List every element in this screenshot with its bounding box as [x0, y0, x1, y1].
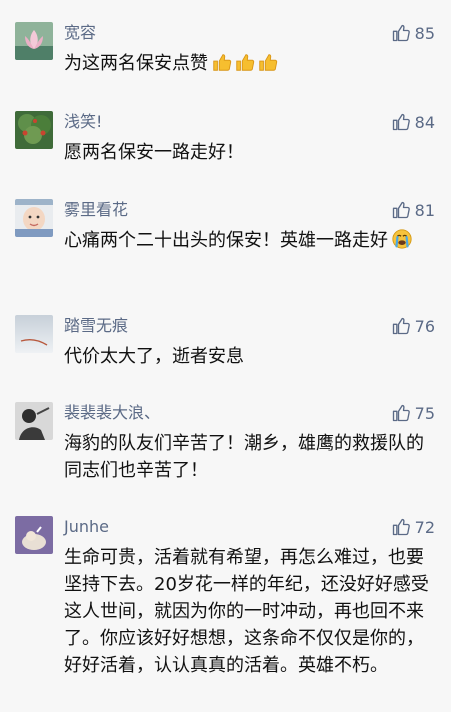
comment-text: 愿两名保安一路走好！: [64, 142, 244, 163]
comment-text: 海豹的队友们辛苦了！潮乡，雄鹰的救援队的同志们也辛苦了！: [64, 433, 424, 481]
thumbs-up-icon: [391, 316, 411, 336]
hands-avatar-icon[interactable]: [15, 516, 53, 554]
thumbs-up-icon: [391, 112, 411, 132]
comment-text: 生命可贵，活着就有希望，再怎么难过，也要坚持下去。20岁花一样的年纪，还没好好感…: [64, 547, 429, 676]
like-button[interactable]: 85: [391, 22, 435, 44]
username[interactable]: Junhe: [64, 516, 109, 538]
lotus-avatar-icon[interactable]: [15, 22, 53, 60]
sky-avatar-icon[interactable]: [15, 315, 53, 353]
like-button[interactable]: 76: [391, 315, 435, 337]
username[interactable]: 浅笑!: [64, 111, 102, 133]
tree-avatar-icon[interactable]: [15, 111, 53, 149]
thumbs-up-emoji-icon: [257, 51, 279, 73]
thumbs-up-emoji-icon: [234, 51, 256, 73]
like-count: 84: [414, 112, 435, 132]
like-button[interactable]: 72: [391, 516, 435, 538]
comment-text: 代价太大了，逝者安息: [64, 346, 244, 367]
emoji-group: [391, 228, 413, 250]
username[interactable]: 雾里看花: [64, 199, 128, 221]
comment-text: 心痛两个二十出头的保安！英雄一路走好: [64, 227, 429, 254]
like-button[interactable]: 84: [391, 111, 435, 133]
thumbs-up-icon: [391, 517, 411, 537]
thumbs-up-icon: [391, 23, 411, 43]
person-avatar-icon[interactable]: [15, 402, 53, 440]
username[interactable]: 宽容: [64, 22, 96, 44]
like-count: 72: [414, 517, 435, 537]
thumbs-up-icon: [391, 200, 411, 220]
baby-avatar-icon[interactable]: [15, 199, 53, 237]
emoji-group: [211, 51, 279, 73]
thumbs-up-emoji-icon: [211, 51, 233, 73]
crying-face-emoji-icon: [391, 228, 413, 250]
comment-list: 宽容 85 为这两名保安点赞 浅笑! 84 愿两名保安一路走好！ 雾里看花 81…: [0, 0, 451, 712]
username[interactable]: 裴裴裴大浪、: [64, 402, 160, 424]
like-count: 85: [414, 23, 435, 43]
like-count: 81: [414, 200, 435, 220]
thumbs-up-icon: [391, 403, 411, 423]
comment-text: 为这两名保安点赞: [64, 50, 429, 77]
like-button[interactable]: 81: [391, 199, 435, 221]
like-count: 75: [414, 403, 435, 423]
like-count: 76: [414, 316, 435, 336]
like-button[interactable]: 75: [391, 402, 435, 424]
username[interactable]: 踏雪无痕: [64, 315, 128, 337]
